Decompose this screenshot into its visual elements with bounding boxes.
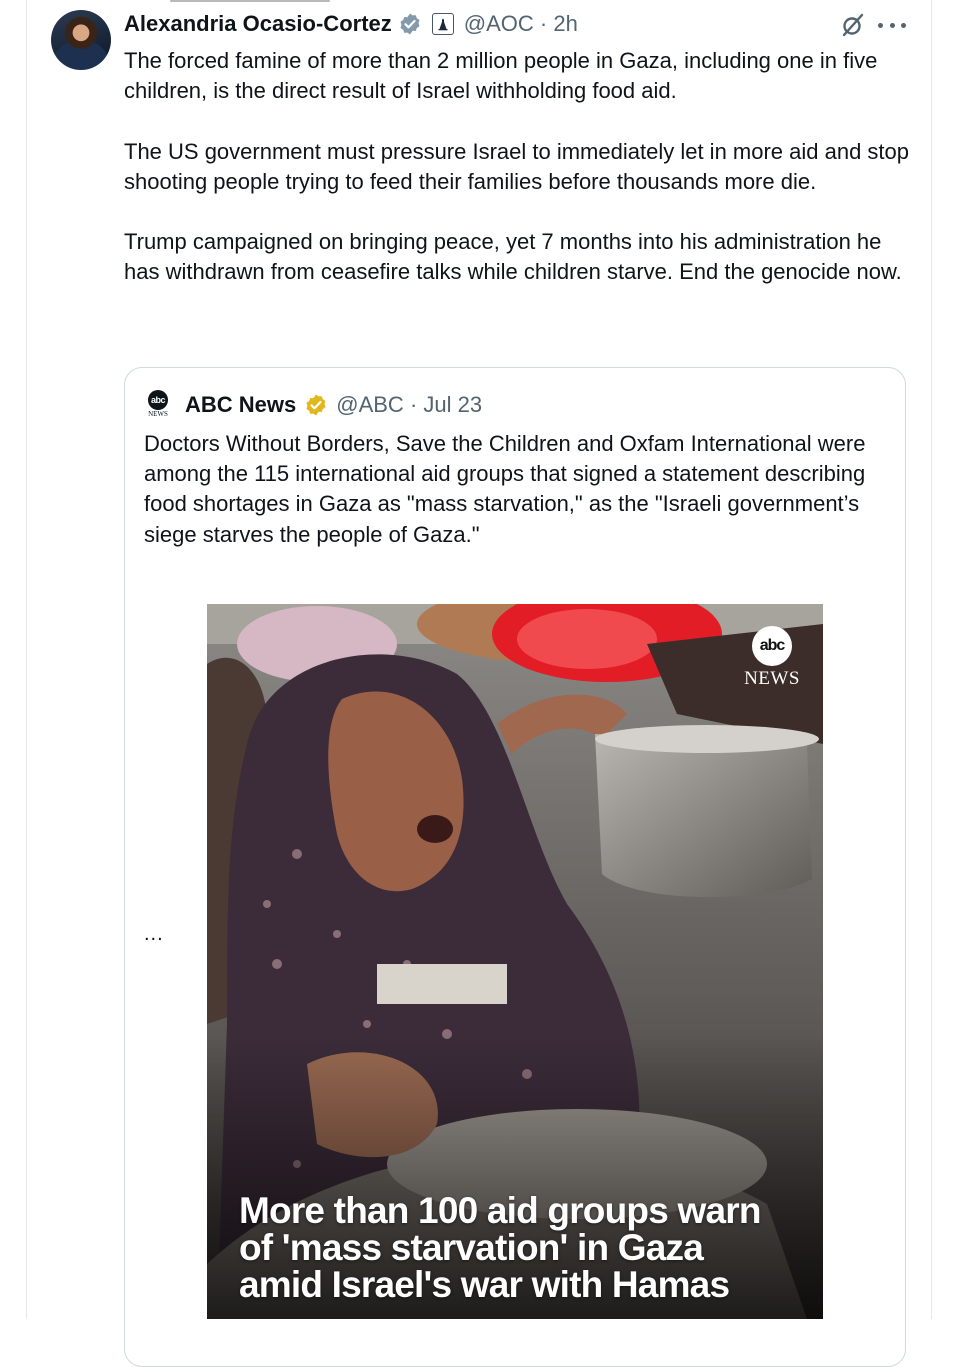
timeline-border-left	[26, 0, 27, 1319]
verified-badge-icon	[400, 13, 420, 35]
government-badge-icon	[431, 13, 454, 35]
author-name[interactable]: Alexandria Ocasio-Cortez	[124, 11, 392, 37]
quoted-author-name[interactable]: ABC News	[185, 392, 296, 418]
headline-line: of 'mass starvation' in Gaza	[239, 1227, 704, 1268]
quoted-date[interactable]: Jul 23	[423, 392, 482, 417]
headline-line: More than 100 aid groups warn	[239, 1190, 761, 1231]
quoted-text: Doctors Without Borders, Save the Childr…	[144, 431, 866, 547]
abc-watermark-text: NEWS	[744, 668, 800, 689]
media-headline: More than 100 aid groups warn of 'mass s…	[239, 1192, 819, 1303]
abc-news-watermark: abc NEWS	[737, 626, 807, 690]
author-avatar[interactable]	[51, 10, 111, 70]
author-handle[interactable]: @AOC	[464, 11, 534, 36]
tweet-paragraph: Trump campaigned on bringing peace, yet …	[124, 229, 902, 285]
tweet-header: Alexandria Ocasio-Cortez @AOC · 2h	[124, 8, 578, 40]
tweet-paragraph: The forced famine of more than 2 million…	[124, 48, 878, 104]
tweet-time[interactable]: 2h	[553, 11, 577, 36]
previous-post-fragment	[170, 0, 330, 4]
tweet-meta: @AOC · 2h	[464, 11, 578, 37]
quoted-text-ellipsis: ...	[144, 923, 164, 945]
quoted-media-image[interactable]: abc NEWS More than 100 aid groups warn o…	[207, 604, 823, 1319]
gold-verified-badge-icon	[306, 394, 326, 416]
quoted-handle[interactable]: @ABC	[336, 392, 404, 417]
more-options-icon[interactable]	[878, 12, 906, 38]
grok-icon[interactable]	[840, 12, 866, 38]
abc-news-avatar[interactable]: abc NEWS	[143, 390, 173, 420]
abc-logo: abc	[148, 390, 168, 410]
tweet-paragraph: The US government must pressure Israel t…	[124, 138, 910, 194]
abc-logo-sub: NEWS	[148, 410, 168, 418]
timeline-border-right	[931, 0, 932, 1319]
tweet-text: The forced famine of more than 2 million…	[124, 46, 914, 288]
quoted-meta: @ABC · Jul 23	[336, 392, 482, 418]
meta-separator: ·	[539, 11, 548, 36]
quoted-tweet-header: abc NEWS ABC News @ABC · Jul 23	[143, 390, 482, 420]
meta-separator: ·	[409, 392, 418, 417]
headline-line: amid Israel's war with Hamas	[239, 1264, 730, 1305]
abc-watermark-logo: abc	[752, 626, 792, 666]
